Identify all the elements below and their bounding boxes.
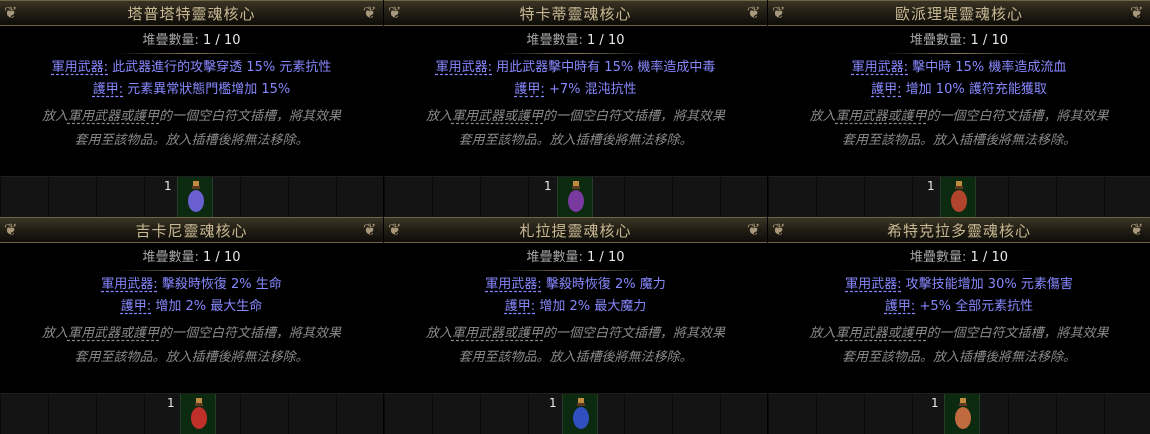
- inventory-slot[interactable]: 1: [927, 177, 976, 217]
- weapon-mod: 軍用武器: 擊殺時恢復 2% 魔力: [485, 277, 666, 292]
- item-tooltip-3: ❦ 歐派理堤靈魂核心 ❦ 堆疊數量: 1 / 10 軍用武器: 擊中時 15% …: [768, 0, 1150, 217]
- armor-mod: 護甲: 增加 10% 護符充能獲取: [871, 82, 1047, 97]
- inventory-strip: 1: [0, 176, 383, 217]
- scroll-ornament-icon: ❦: [747, 220, 761, 239]
- scroll-ornament-icon: ❦: [1130, 3, 1144, 22]
- item-tooltip-1: ❦ 塔普塔特靈魂核心 ❦ 堆疊數量: 1 / 10 軍用武器: 此武器進行的攻擊…: [0, 0, 383, 217]
- inventory-strip: 1: [0, 393, 383, 434]
- item-description: 放入軍用武器或護甲的一個空白符文插槽，將其效果 套用至該物品。放入插槽後將無法移…: [425, 326, 726, 365]
- armor-mod: 護甲: 增加 2% 最大生命: [120, 299, 263, 314]
- divider: [116, 270, 267, 271]
- scroll-ornament-icon: ❦: [363, 220, 377, 239]
- armor-mod: 護甲: +7% 混沌抗性: [514, 82, 637, 97]
- item-tooltip-5: ❦ 札拉提靈魂核心 ❦ 堆疊數量: 1 / 10 軍用武器: 擊殺時恢復 2% …: [384, 217, 767, 434]
- item-description: 放入軍用武器或護甲的一個空白符文插槽，將其效果 套用至該物品。放入插槽後將無法移…: [425, 109, 726, 148]
- soul-core-icon: [955, 398, 971, 429]
- stack-size: 堆疊數量: 1 / 10: [142, 250, 241, 265]
- item-title: 希特克拉多靈魂核心: [886, 221, 1031, 240]
- item-description: 放入軍用武器或護甲的一個空白符文插槽，將其效果 套用至該物品。放入插槽後將無法移…: [809, 326, 1109, 365]
- scroll-ornament-icon: ❦: [388, 3, 402, 22]
- weapon-mod: 軍用武器: 用此武器擊中時有 15% 機率造成中毒: [435, 60, 716, 75]
- weapon-mod: 軍用武器: 擊殺時恢復 2% 生命: [101, 277, 282, 292]
- stack-quantity: 1: [927, 179, 935, 193]
- soul-core-icon: [188, 181, 204, 212]
- scroll-ornament-icon: ❦: [4, 220, 18, 239]
- item-title: 特卡蒂靈魂核心: [519, 4, 632, 23]
- tooltip-header: ❦ 歐派理堤靈魂核心 ❦: [768, 0, 1150, 26]
- divider: [884, 53, 1034, 54]
- inventory-strip: 1: [384, 176, 767, 217]
- inventory-strip: 1: [768, 176, 1150, 217]
- inventory-slot[interactable]: 1: [931, 394, 980, 434]
- scroll-ornament-icon: ❦: [772, 220, 786, 239]
- armor-mod: 護甲: 增加 2% 最大魔力: [504, 299, 647, 314]
- item-title: 歐派理堤靈魂核心: [894, 4, 1023, 23]
- weapon-mod: 軍用武器: 擊中時 15% 機率造成流血: [851, 60, 1067, 75]
- divider: [500, 270, 651, 271]
- item-title: 塔普塔特靈魂核心: [127, 4, 256, 23]
- armor-mod: 護甲: 元素異常狀態門檻增加 15%: [92, 82, 291, 97]
- stack-size: 堆疊數量: 1 / 10: [910, 33, 1008, 48]
- soul-core-icon: [951, 181, 967, 212]
- stack-quantity: 1: [544, 179, 552, 193]
- stack-size: 堆疊數量: 1 / 10: [526, 250, 625, 265]
- scroll-ornament-icon: ❦: [4, 3, 18, 22]
- item-description: 放入軍用武器或護甲的一個空白符文插槽，將其效果 套用至該物品。放入插槽後將無法移…: [809, 109, 1109, 148]
- soul-core-icon: [191, 398, 207, 429]
- item-tooltip-4: ❦ 吉卡尼靈魂核心 ❦ 堆疊數量: 1 / 10 軍用武器: 擊殺時恢復 2% …: [0, 217, 383, 434]
- stack-size: 堆疊數量: 1 / 10: [910, 250, 1008, 265]
- inventory-slot[interactable]: 1: [164, 177, 213, 217]
- weapon-mod: 軍用武器: 此武器進行的攻擊穿透 15% 元素抗性: [51, 60, 332, 75]
- inventory-slot[interactable]: 1: [544, 177, 593, 217]
- item-description: 放入軍用武器或護甲的一個空白符文插槽，將其效果 套用至該物品。放入插槽後將無法移…: [41, 326, 342, 365]
- item-description: 放入軍用武器或護甲的一個空白符文插槽，將其效果 套用至該物品。放入插槽後將無法移…: [41, 109, 342, 148]
- stack-quantity: 1: [167, 396, 175, 410]
- tooltip-header: ❦ 札拉提靈魂核心 ❦: [384, 217, 767, 243]
- scroll-ornament-icon: ❦: [363, 3, 377, 22]
- soul-core-icon: [568, 181, 584, 212]
- inventory-slot[interactable]: 1: [167, 394, 216, 434]
- divider: [116, 53, 267, 54]
- tooltip-header: ❦ 希特克拉多靈魂核心 ❦: [768, 217, 1150, 243]
- weapon-mod: 軍用武器: 攻擊技能增加 30% 元素傷害: [845, 277, 1073, 292]
- item-tooltip-6: ❦ 希特克拉多靈魂核心 ❦ 堆疊數量: 1 / 10 軍用武器: 攻擊技能增加 …: [768, 217, 1150, 434]
- inventory-strip: 1: [384, 393, 767, 434]
- stack-quantity: 1: [549, 396, 557, 410]
- scroll-ornament-icon: ❦: [388, 220, 402, 239]
- stack-size: 堆疊數量: 1 / 10: [142, 33, 241, 48]
- scroll-ornament-icon: ❦: [772, 3, 786, 22]
- inventory-slot[interactable]: 1: [549, 394, 598, 434]
- item-tooltip-2: ❦ 特卡蒂靈魂核心 ❦ 堆疊數量: 1 / 10 軍用武器: 用此武器擊中時有 …: [384, 0, 767, 217]
- tooltip-header: ❦ 吉卡尼靈魂核心 ❦: [0, 217, 383, 243]
- scroll-ornament-icon: ❦: [747, 3, 761, 22]
- tooltip-header: ❦ 特卡蒂靈魂核心 ❦: [384, 0, 767, 26]
- stack-quantity: 1: [164, 179, 172, 193]
- stack-quantity: 1: [931, 396, 939, 410]
- inventory-strip: 1: [768, 393, 1150, 434]
- item-title: 吉卡尼靈魂核心: [135, 221, 248, 240]
- divider: [884, 270, 1034, 271]
- tooltip-header: ❦ 塔普塔特靈魂核心 ❦: [0, 0, 383, 26]
- item-title: 札拉提靈魂核心: [519, 221, 632, 240]
- soul-core-icon: [573, 398, 589, 429]
- armor-mod: 護甲: +5% 全部元素抗性: [884, 299, 1034, 314]
- scroll-ornament-icon: ❦: [1130, 220, 1144, 239]
- stack-size: 堆疊數量: 1 / 10: [526, 33, 625, 48]
- divider: [500, 53, 651, 54]
